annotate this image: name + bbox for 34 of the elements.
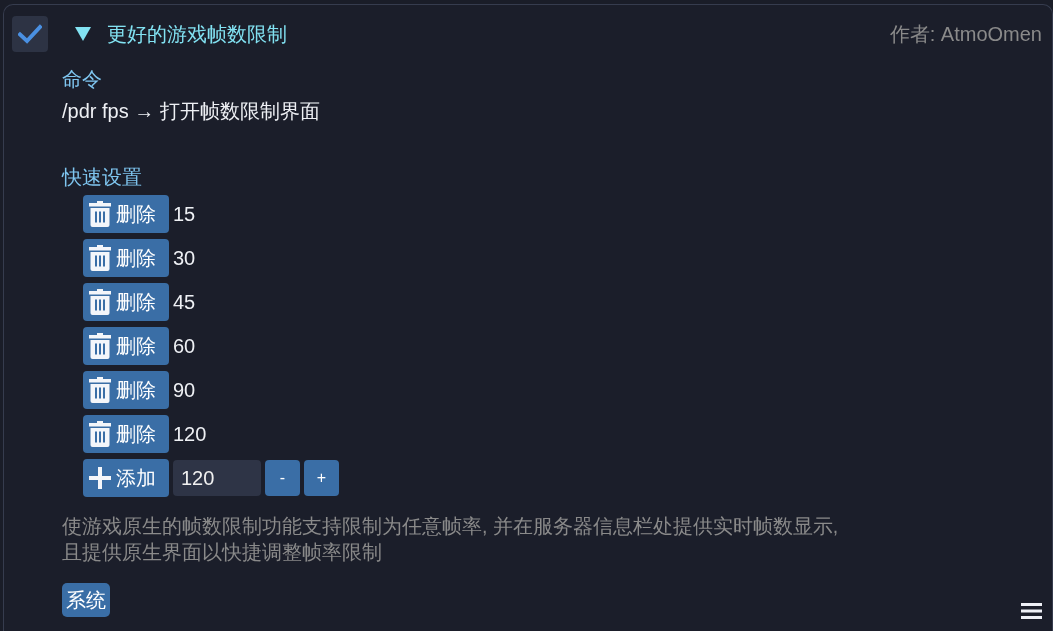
add-button[interactable]: 添加 bbox=[83, 459, 169, 497]
preset-value: 45 bbox=[173, 290, 196, 315]
author-label: 作者: AtmoOmen bbox=[889, 22, 1042, 46]
preset-value: 15 bbox=[173, 202, 196, 227]
description-text: 使游戏原生的帧数限制功能支持限制为任意帧率, 并在服务器信息栏处提供实时帧数显示, 且提供原生界面以快捷调整帧率限制 bbox=[62, 514, 839, 565]
preset-value: 60 bbox=[173, 334, 196, 359]
delete-button[interactable]: 删除 bbox=[83, 371, 169, 409]
trash-icon bbox=[89, 333, 111, 359]
delete-button[interactable]: 删除 bbox=[83, 415, 169, 453]
section-heading: 快速设置 bbox=[62, 165, 142, 190]
menu-icon[interactable] bbox=[1021, 603, 1042, 619]
collapse-triangle-icon[interactable] bbox=[75, 27, 91, 41]
trash-icon bbox=[89, 245, 111, 271]
check-icon bbox=[18, 24, 42, 44]
delete-button[interactable]: 删除 bbox=[83, 239, 169, 277]
section-heading: 命令 bbox=[62, 67, 102, 92]
preset-value: 30 bbox=[173, 246, 196, 271]
trash-icon bbox=[89, 201, 111, 227]
plus-icon bbox=[89, 467, 111, 489]
decrement-button[interactable]: - bbox=[265, 460, 300, 496]
preset-value: 90 bbox=[173, 378, 196, 403]
delete-button[interactable]: 删除 bbox=[83, 283, 169, 321]
number-field[interactable]: 120 bbox=[173, 460, 261, 496]
increment-button[interactable]: + bbox=[304, 460, 339, 496]
trash-icon bbox=[89, 289, 111, 315]
category-tag: 系统 bbox=[62, 583, 110, 617]
command-text: /pdr fps → 打开帧数限制界面 bbox=[62, 99, 320, 124]
plugin-title[interactable]: 更好的游戏帧数限制 bbox=[107, 22, 287, 46]
enable-checkbox[interactable] bbox=[12, 16, 48, 52]
trash-icon bbox=[89, 421, 111, 447]
delete-button[interactable]: 删除 bbox=[83, 327, 169, 365]
trash-icon bbox=[89, 377, 111, 403]
preset-value: 120 bbox=[173, 422, 207, 447]
delete-button[interactable]: 删除 bbox=[83, 195, 169, 233]
